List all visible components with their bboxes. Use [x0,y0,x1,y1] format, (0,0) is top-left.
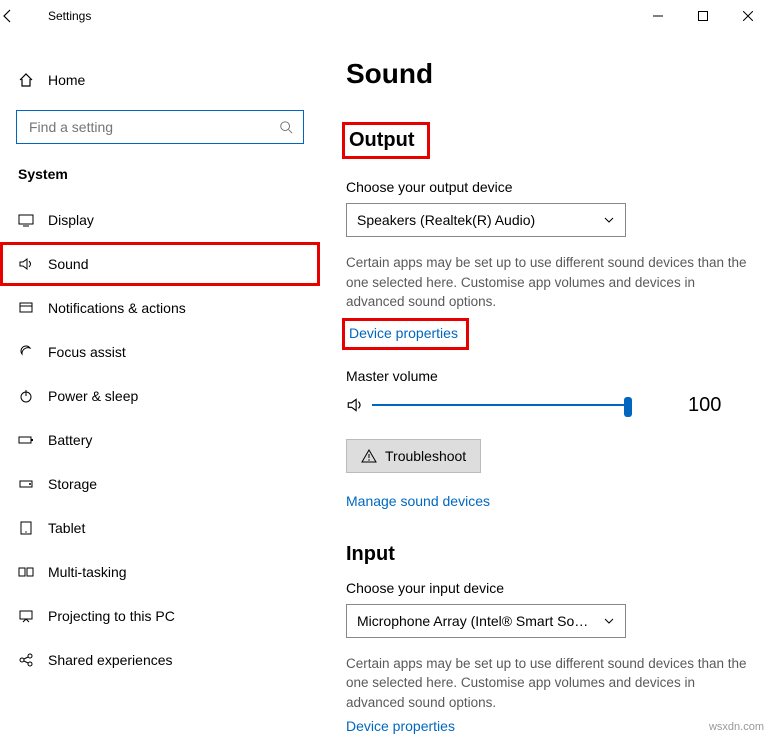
home-label: Home [48,72,85,88]
search-icon [279,120,293,134]
input-device-value: Microphone Array (Intel® Smart So… [357,613,588,629]
nav-label: Notifications & actions [48,300,186,316]
output-heading: Output [342,122,430,159]
display-icon [18,212,48,228]
volume-slider[interactable] [372,395,632,415]
chevron-down-icon [603,214,615,226]
shared-icon [18,652,48,668]
nav-sound[interactable]: Sound [0,242,320,286]
nav-label: Shared experiences [48,652,173,668]
tablet-icon [18,520,48,536]
troubleshoot-button[interactable]: Troubleshoot [346,439,481,473]
search-box[interactable] [16,110,304,144]
volume-value: 100 [688,394,721,417]
warning-icon [361,448,377,464]
nav-list: Display Sound Notifications & actions Fo… [0,198,320,682]
nav-label: Sound [48,256,88,272]
sidebar: Home System Display Sound Notifications … [0,32,320,737]
back-button[interactable] [0,8,40,24]
chevron-down-icon [603,615,615,627]
volume-row: 100 [346,394,750,417]
nav-label: Storage [48,476,97,492]
sound-icon [18,256,48,272]
nav-tablet[interactable]: Tablet [0,506,320,550]
input-device-properties-link[interactable]: Device properties [346,718,750,734]
input-description: Certain apps may be set up to use differ… [346,654,750,713]
output-device-properties-link[interactable]: Device properties [342,318,469,350]
nav-label: Tablet [48,520,85,536]
nav-label: Focus assist [48,344,126,360]
nav-focus-assist[interactable]: Focus assist [0,330,320,374]
nav-power[interactable]: Power & sleep [0,374,320,418]
slider-track [372,404,632,406]
multitasking-icon [18,564,48,580]
page-heading: Sound [346,58,750,90]
watermark: wsxdn.com [709,721,764,733]
notifications-icon [18,300,48,316]
close-button[interactable] [725,0,770,32]
nav-label: Projecting to this PC [48,608,175,624]
nav-shared[interactable]: Shared experiences [0,638,320,682]
input-device-select[interactable]: Microphone Array (Intel® Smart So… [346,604,626,638]
input-choose-label: Choose your input device [346,580,750,596]
nav-battery[interactable]: Battery [0,418,320,462]
category-heading: System [0,144,320,188]
nav-label: Multi-tasking [48,564,127,580]
nav-storage[interactable]: Storage [0,462,320,506]
window-controls [635,0,770,32]
battery-icon [18,432,48,448]
input-heading: Input [346,543,750,566]
minimize-button[interactable] [635,0,680,32]
nav-label: Display [48,212,94,228]
nav-label: Battery [48,432,92,448]
output-choose-label: Choose your output device [346,179,750,195]
speaker-icon[interactable] [346,396,372,414]
home-link[interactable]: Home [0,60,320,100]
nav-label: Power & sleep [48,388,138,404]
nav-projecting[interactable]: Projecting to this PC [0,594,320,638]
master-volume-label: Master volume [346,368,750,384]
output-device-value: Speakers (Realtek(R) Audio) [357,212,535,228]
nav-multitasking[interactable]: Multi-tasking [0,550,320,594]
slider-thumb[interactable] [624,397,632,417]
projecting-icon [18,608,48,624]
focus-icon [18,344,48,360]
titlebar: Settings [0,0,770,32]
nav-display[interactable]: Display [0,198,320,242]
storage-icon [18,476,48,492]
main-content: Sound Output Choose your output device S… [320,32,770,737]
maximize-button[interactable] [680,0,725,32]
nav-notifications[interactable]: Notifications & actions [0,286,320,330]
power-icon [18,388,48,404]
home-icon [18,72,48,88]
search-input[interactable] [27,118,279,136]
output-device-select[interactable]: Speakers (Realtek(R) Audio) [346,203,626,237]
troubleshoot-label: Troubleshoot [385,448,466,464]
window-title: Settings [40,9,91,23]
output-description: Certain apps may be set up to use differ… [346,253,750,312]
manage-sound-devices-link[interactable]: Manage sound devices [346,493,750,509]
